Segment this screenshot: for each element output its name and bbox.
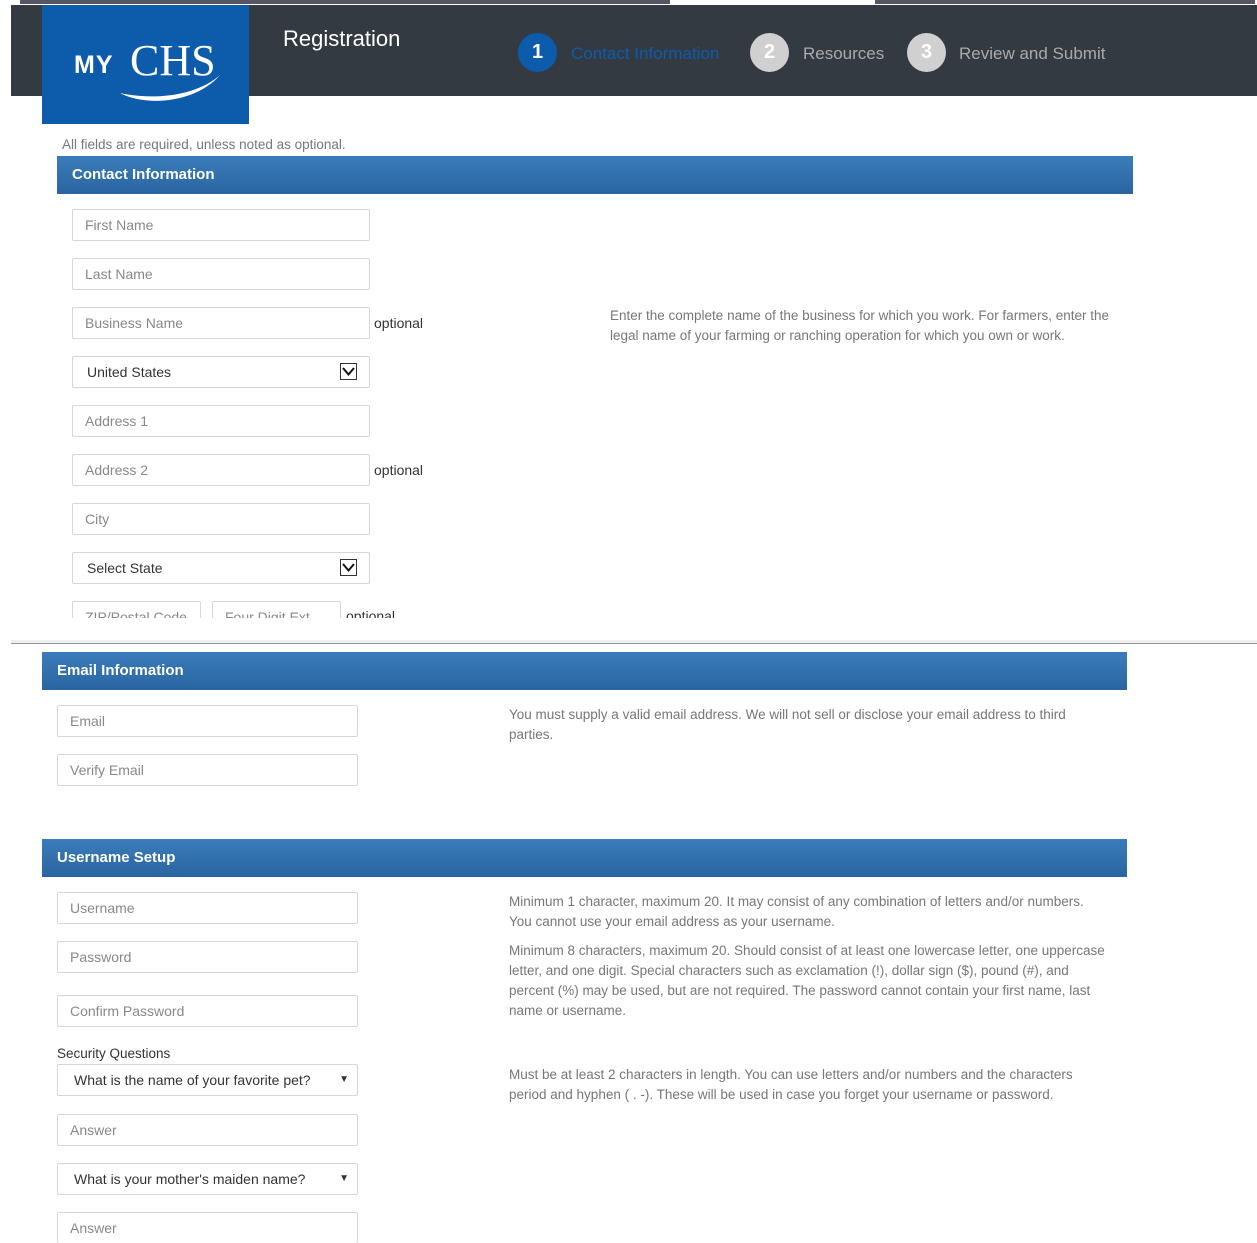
- username-field[interactable]: Username: [57, 892, 358, 924]
- chevron-down-icon: [340, 363, 357, 380]
- step-3-label[interactable]: Review and Submit: [959, 44, 1105, 64]
- contact-section-heading: Contact Information: [57, 156, 1133, 194]
- country-select[interactable]: United States: [72, 356, 370, 388]
- email-field[interactable]: Email: [57, 705, 358, 737]
- dropdown-arrow-icon: ▼: [339, 1173, 349, 1184]
- security-questions-label: Security Questions: [57, 1046, 171, 1061]
- chevron-down-icon: [340, 559, 357, 576]
- address2-optional-label: optional: [374, 462, 424, 478]
- step-3-circle[interactable]: 3: [907, 33, 946, 72]
- business-name-optional-label: optional: [374, 315, 424, 331]
- step-2-label[interactable]: Resources: [803, 44, 884, 64]
- security-question-1-select[interactable]: What is the name of your favorite pet? ▼: [57, 1064, 358, 1096]
- logo-swoosh-icon: [120, 75, 220, 101]
- zip-row-clip: ZIP/Postal Code Four Digit Ext optional: [0, 600, 1257, 618]
- confirm-password-field[interactable]: Confirm Password: [57, 995, 358, 1027]
- verify-email-field[interactable]: Verify Email: [57, 754, 358, 786]
- step-1-label[interactable]: Contact Information: [571, 44, 719, 64]
- dropdown-arrow-icon: ▼: [339, 1074, 349, 1085]
- answer-2-field[interactable]: Answer: [57, 1212, 358, 1243]
- first-name-field[interactable]: First Name: [72, 209, 370, 241]
- address2-field[interactable]: Address 2: [72, 454, 370, 486]
- username-help: Minimum 1 character, maximum 20. It may …: [509, 894, 1084, 929]
- last-name-field[interactable]: Last Name: [72, 258, 370, 290]
- zip-ext-optional-label: optional: [346, 608, 396, 618]
- email-help: You must supply a valid email address. W…: [509, 707, 1066, 742]
- country-select-value: United States: [87, 364, 172, 380]
- security-question-2-select[interactable]: What is your mother's maiden name? ▼: [57, 1163, 358, 1195]
- password-field[interactable]: Password: [57, 941, 358, 973]
- screenshot-divider: [11, 640, 1257, 644]
- step-1-circle[interactable]: 1: [518, 33, 557, 72]
- address1-field[interactable]: Address 1: [72, 405, 370, 437]
- city-field[interactable]: City: [72, 503, 370, 535]
- zip-ext-field[interactable]: Four Digit Ext: [212, 601, 341, 618]
- top-strip-segment: [875, 0, 1255, 4]
- my-chs-logo[interactable]: MY CHS: [42, 5, 249, 124]
- state-select-value: Select State: [87, 560, 163, 576]
- business-name-field[interactable]: Business Name: [72, 307, 370, 339]
- security-question-2-value: What is your mother's maiden name?: [74, 1171, 306, 1187]
- required-notice: All fields are required, unless noted as…: [62, 137, 346, 152]
- state-select[interactable]: Select State: [72, 552, 370, 584]
- username-section-heading: Username Setup: [42, 839, 1127, 877]
- security-question-1-value: What is the name of your favorite pet?: [74, 1072, 311, 1088]
- password-help: Minimum 8 characters, maximum 20. Should…: [509, 943, 1105, 1018]
- logo-my-text: MY: [74, 51, 114, 79]
- top-strip-segment: [20, 0, 670, 4]
- step-2-circle[interactable]: 2: [750, 33, 789, 72]
- answer-1-field[interactable]: Answer: [57, 1114, 358, 1146]
- zip-field[interactable]: ZIP/Postal Code: [72, 601, 201, 618]
- business-name-help: Enter the complete name of the business …: [610, 308, 1109, 343]
- email-section-heading: Email Information: [42, 652, 1127, 690]
- page-title: Registration: [283, 26, 401, 51]
- security-help: Must be at least 2 characters in length.…: [509, 1067, 1073, 1102]
